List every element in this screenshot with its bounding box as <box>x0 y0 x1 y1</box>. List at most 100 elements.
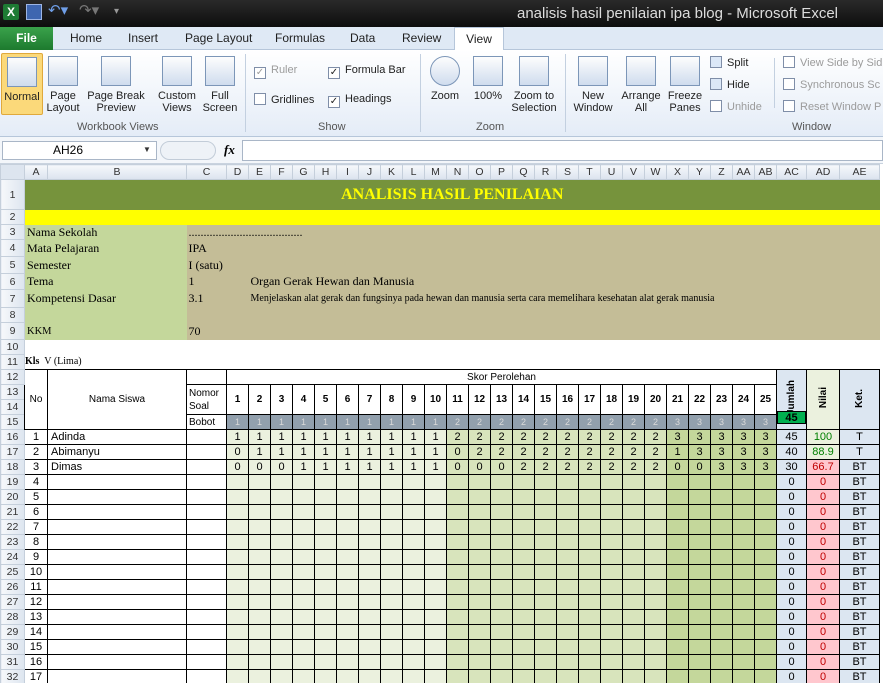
student-jumlah[interactable]: 40 <box>776 444 807 460</box>
score-cell[interactable] <box>754 549 777 565</box>
score-cell[interactable] <box>358 504 381 520</box>
student-jumlah[interactable]: 0 <box>776 549 807 565</box>
score-cell[interactable] <box>556 534 579 550</box>
student-no[interactable]: 14 <box>24 624 48 640</box>
score-cell[interactable] <box>732 489 755 505</box>
score-cell[interactable] <box>534 504 557 520</box>
score-cell[interactable] <box>446 549 469 565</box>
student-nilai[interactable]: 0 <box>806 654 840 670</box>
score-cell[interactable] <box>732 654 755 670</box>
student-name[interactable] <box>47 609 187 625</box>
new-window-button[interactable]: New Window <box>570 56 616 114</box>
score-cell[interactable] <box>622 474 645 490</box>
score-cell[interactable]: 3 <box>732 444 755 460</box>
score-cell[interactable] <box>490 564 513 580</box>
score-cell[interactable] <box>490 609 513 625</box>
score-cell[interactable] <box>644 609 667 625</box>
score-cell[interactable] <box>622 669 645 683</box>
student-name[interactable]: Adinda <box>47 429 187 445</box>
student-name[interactable] <box>47 564 187 580</box>
question-number[interactable]: 13 <box>490 384 513 415</box>
score-cell[interactable]: 2 <box>512 429 535 445</box>
tab-file[interactable]: File <box>0 27 53 50</box>
column-header[interactable]: N <box>446 164 469 180</box>
tab-home[interactable]: Home <box>70 31 102 45</box>
student-no[interactable]: 16 <box>24 654 48 670</box>
row-header[interactable]: 27 <box>0 594 25 610</box>
score-cell[interactable] <box>600 489 623 505</box>
score-cell[interactable] <box>248 489 271 505</box>
score-cell[interactable]: 2 <box>556 444 579 460</box>
score-cell[interactable] <box>314 564 337 580</box>
score-cell[interactable] <box>556 564 579 580</box>
score-cell[interactable]: 1 <box>402 444 425 460</box>
score-cell[interactable] <box>666 579 689 595</box>
score-cell[interactable]: 2 <box>622 429 645 445</box>
bobot-value[interactable]: 1 <box>424 414 447 430</box>
bobot-value[interactable]: 1 <box>226 414 249 430</box>
score-cell[interactable] <box>270 594 293 610</box>
student-name[interactable] <box>47 504 187 520</box>
score-cell[interactable] <box>314 489 337 505</box>
row-header[interactable]: 8 <box>0 307 25 323</box>
score-cell[interactable]: 3 <box>754 459 777 475</box>
score-cell[interactable] <box>314 504 337 520</box>
question-number[interactable]: 12 <box>468 384 491 415</box>
score-cell[interactable] <box>424 504 447 520</box>
row-header[interactable]: 19 <box>0 474 25 490</box>
score-cell[interactable] <box>336 549 359 565</box>
score-cell[interactable] <box>644 654 667 670</box>
bobot-value[interactable]: 1 <box>336 414 359 430</box>
score-cell[interactable] <box>644 564 667 580</box>
score-cell[interactable]: 1 <box>248 444 271 460</box>
score-cell[interactable] <box>512 474 535 490</box>
info-label[interactable]: Semester <box>24 256 187 274</box>
score-cell[interactable] <box>248 669 271 683</box>
score-cell[interactable] <box>600 579 623 595</box>
score-cell[interactable] <box>578 669 601 683</box>
score-cell[interactable] <box>556 549 579 565</box>
undo-icon[interactable]: ↶▾ <box>48 3 72 20</box>
score-cell[interactable] <box>424 489 447 505</box>
score-cell[interactable]: 1 <box>248 429 271 445</box>
score-cell[interactable] <box>622 654 645 670</box>
score-cell[interactable] <box>732 579 755 595</box>
score-cell[interactable] <box>534 669 557 683</box>
score-cell[interactable] <box>358 624 381 640</box>
score-cell[interactable]: 2 <box>534 444 557 460</box>
score-cell[interactable] <box>688 564 711 580</box>
score-cell[interactable] <box>710 564 733 580</box>
score-cell[interactable] <box>644 519 667 535</box>
question-number[interactable]: 1 <box>226 384 249 415</box>
student-ket[interactable]: T <box>839 429 880 445</box>
score-cell[interactable] <box>622 564 645 580</box>
headings-checkbox[interactable]: ✓ Headings <box>328 93 391 108</box>
score-cell[interactable] <box>578 624 601 640</box>
score-cell[interactable] <box>226 549 249 565</box>
column-header[interactable]: C <box>186 164 227 180</box>
score-cell[interactable]: 1 <box>358 459 381 475</box>
student-ket[interactable]: BT <box>839 504 880 520</box>
normal-view-button[interactable]: Normal <box>1 53 43 115</box>
score-cell[interactable] <box>578 534 601 550</box>
score-cell[interactable] <box>314 549 337 565</box>
score-cell[interactable] <box>424 534 447 550</box>
score-cell[interactable] <box>600 624 623 640</box>
score-cell[interactable] <box>248 654 271 670</box>
row-header[interactable]: 31 <box>0 654 25 670</box>
score-cell[interactable] <box>710 669 733 683</box>
student-jumlah[interactable]: 0 <box>776 594 807 610</box>
question-number[interactable]: 17 <box>578 384 601 415</box>
score-cell[interactable]: 2 <box>512 444 535 460</box>
score-cell[interactable] <box>754 624 777 640</box>
score-cell[interactable]: 1 <box>358 429 381 445</box>
score-cell[interactable] <box>600 669 623 683</box>
score-cell[interactable] <box>710 609 733 625</box>
score-cell[interactable]: 0 <box>490 459 513 475</box>
unhide-button[interactable]: Unhide <box>710 100 762 113</box>
score-cell[interactable]: 0 <box>270 459 293 475</box>
row-header[interactable]: 3 <box>0 224 25 240</box>
score-cell[interactable] <box>380 474 403 490</box>
score-cell[interactable] <box>622 639 645 655</box>
score-cell[interactable] <box>402 669 425 683</box>
